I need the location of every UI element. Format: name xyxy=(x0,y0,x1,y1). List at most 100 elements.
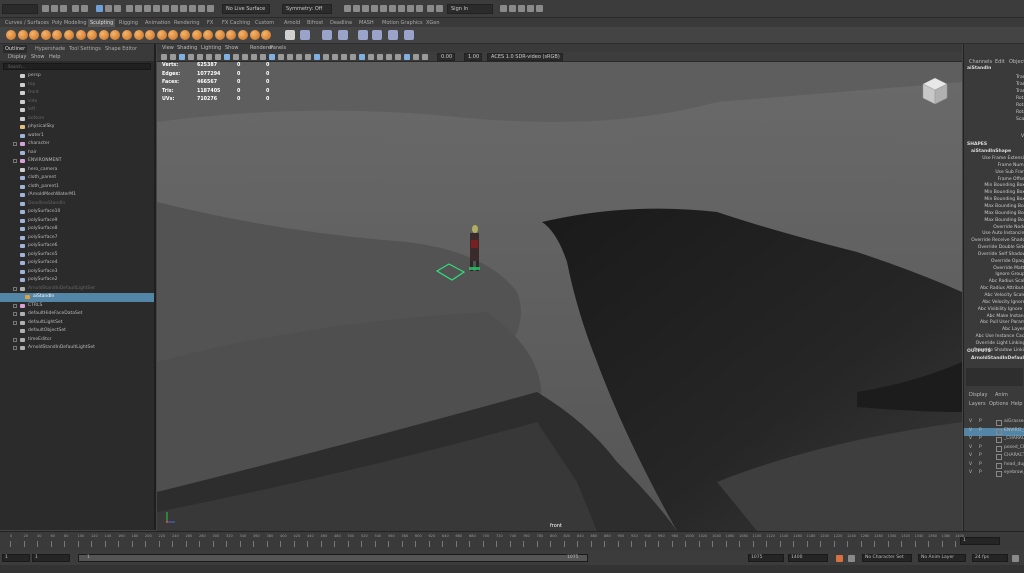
workspace-icon[interactable] xyxy=(500,5,507,12)
outliner-tab-tool-settings[interactable]: Tool Settings xyxy=(67,45,103,53)
output-ops-icon[interactable] xyxy=(198,5,205,12)
channel-attr-label[interactable]: Min Bounding Box X xyxy=(984,183,1024,188)
undo-icon[interactable] xyxy=(72,5,79,12)
expand-toggle[interactable] xyxy=(13,159,17,163)
layer-color-swatch[interactable] xyxy=(996,428,1002,435)
sculpt-brush-icon[interactable] xyxy=(214,30,225,40)
outliner-item[interactable]: water1 xyxy=(0,132,154,141)
channel-attr-label[interactable]: Use Frame Extension xyxy=(982,156,1024,161)
sculpt-brush-icon[interactable] xyxy=(168,30,179,40)
sculpt-brush-icon[interactable] xyxy=(226,30,237,40)
display-layer-row[interactable]: V Pposed_CHAR xyxy=(964,445,1024,453)
attribute-editor-icon[interactable] xyxy=(518,5,525,12)
live-surface-dropdown[interactable]: No Live Surface xyxy=(222,4,270,14)
current-frame-field[interactable]: 1 xyxy=(960,537,1000,545)
layer-tab-display[interactable]: Display xyxy=(969,391,987,399)
outliner-item[interactable]: side xyxy=(0,98,154,107)
colorspace-dropdown[interactable]: ACES 1.0 SDR-video (sRGB) xyxy=(487,53,563,61)
display-layer-row[interactable]: V P _CHARACTER xyxy=(964,436,1024,444)
viewport-menu-panels[interactable]: Panels xyxy=(270,44,286,52)
sculpt-brush-icon[interactable] xyxy=(249,30,260,40)
range-slider-bar[interactable]: 1 1075 xyxy=(78,554,588,562)
outliner-item[interactable]: polySurface9 xyxy=(0,217,154,226)
viewport-tool-icon[interactable] xyxy=(161,54,167,60)
tool-settings-icon[interactable] xyxy=(527,5,534,12)
channel-attr-label[interactable]: Abc Visibility Ignore xyxy=(978,307,1022,312)
shelf-tab-deadline[interactable]: Deadline xyxy=(328,19,354,27)
view-cube[interactable] xyxy=(922,77,948,105)
viewport-tool-icon[interactable] xyxy=(350,54,356,60)
viewport-tool-icon[interactable] xyxy=(323,54,329,60)
layer-menu-help[interactable]: Help xyxy=(1011,400,1022,408)
shelf-tab-bifrost[interactable]: Bifrost xyxy=(305,19,325,27)
layer-playback-toggle[interactable]: P xyxy=(979,419,982,424)
sculpt-brush-icon[interactable] xyxy=(98,30,109,40)
layer-playback-toggle[interactable]: P xyxy=(979,453,982,458)
viewport-tool-icon[interactable] xyxy=(296,54,302,60)
channel-attr-label[interactable]: Abc Radius Attribute xyxy=(980,286,1024,291)
snap-point-icon[interactable] xyxy=(144,5,151,12)
channel-attr-label[interactable]: Override Self Shadows xyxy=(978,252,1024,257)
outliner-menu-show[interactable]: Show xyxy=(31,53,45,61)
sculpt-brush-icon[interactable] xyxy=(180,30,190,40)
outliner-item[interactable]: polySurface3 xyxy=(0,268,154,277)
channel-attr-label[interactable]: Max Bounding Box X xyxy=(984,204,1024,209)
redo-icon[interactable] xyxy=(81,5,88,12)
sculpt-brush-icon[interactable] xyxy=(52,30,63,40)
channel-attr-label[interactable]: Override Light Linking xyxy=(976,341,1024,346)
viewport-tool-icon[interactable] xyxy=(332,54,338,60)
channel-attr-label[interactable]: Override Matte xyxy=(993,266,1024,271)
sculpt-brush-icon[interactable] xyxy=(6,30,16,40)
viewport-tool-icon[interactable] xyxy=(413,54,419,60)
viewport-menu-show[interactable]: Show xyxy=(225,44,239,52)
viewport-tool-icon[interactable] xyxy=(170,54,176,60)
select-hierarchy-icon[interactable] xyxy=(96,5,103,12)
viewport-tool-icon[interactable] xyxy=(197,54,203,60)
playback-start-field[interactable]: 1 xyxy=(32,554,70,562)
expand-toggle[interactable] xyxy=(13,337,17,342)
shelf-tab-arnold[interactable]: Arnold xyxy=(282,19,302,27)
sculpt-brush-icon[interactable] xyxy=(75,30,86,40)
expand-toggle[interactable] xyxy=(13,320,17,325)
pause-icon[interactable] xyxy=(407,5,414,12)
layer-name[interactable]: CHARACTER xyxy=(1004,453,1024,458)
shelf-tab-rendering[interactable]: Rendering xyxy=(172,19,202,27)
command-line[interactable] xyxy=(0,565,1024,573)
viewport-tool-icon[interactable] xyxy=(386,54,392,60)
layer-color-swatch[interactable] xyxy=(996,471,1002,477)
exposure-field[interactable]: 0.00 xyxy=(437,53,455,61)
channel-attr-label[interactable]: Ignore Groups xyxy=(995,272,1024,277)
sculpt-brush-icon[interactable] xyxy=(238,30,248,40)
channel-attr-label[interactable]: Rotate Z xyxy=(1016,110,1024,115)
playback-end-field[interactable]: 1075 xyxy=(748,554,784,562)
preferences-icon[interactable] xyxy=(1012,555,1019,562)
shelf-tab-fx[interactable]: FX xyxy=(205,19,215,27)
layer-name[interactable]: ENVIRO_LYR xyxy=(1004,428,1024,433)
viewport-tool-icon[interactable] xyxy=(314,54,320,60)
select-component-icon[interactable] xyxy=(114,5,121,12)
snap-curve-icon[interactable] xyxy=(135,5,142,12)
sculpt-brush-icon[interactable] xyxy=(87,30,98,40)
channel-attr-label[interactable]: Frame Number xyxy=(998,163,1024,168)
display-icon[interactable] xyxy=(436,5,443,12)
layer-menu-layers[interactable]: Layers xyxy=(969,400,986,408)
shelf-tab-mash[interactable]: MASH xyxy=(357,19,376,27)
layer-color-swatch[interactable] xyxy=(996,420,1002,426)
outliner-item[interactable]: polySurface8 xyxy=(0,225,154,234)
viewport-panel[interactable]: View Shading Lighting Show Renderer Panels 0.… xyxy=(157,44,962,531)
layer-name[interactable]: eyebrow_dupe xyxy=(1004,470,1024,475)
viewport-menu-lighting[interactable]: Lighting xyxy=(201,44,221,52)
channel-attr-label[interactable]: Max Bounding Box Y xyxy=(984,211,1024,216)
gamma-field[interactable]: 1.00 xyxy=(464,53,482,61)
layer-menu-options[interactable]: Options xyxy=(989,400,1008,408)
viewport-tool-icon[interactable] xyxy=(287,54,293,60)
sculpt-brush-icon[interactable] xyxy=(156,30,167,40)
outliner-item[interactable]: timeEditor xyxy=(0,336,154,345)
outliner-item[interactable]: physicalSky xyxy=(0,123,154,132)
channel-attr-label[interactable]: Min Bounding Box Y xyxy=(984,190,1024,195)
outliner-item[interactable]: front xyxy=(0,89,154,98)
layer-color-swatch[interactable] xyxy=(996,445,1002,452)
viewport-tool-icon[interactable] xyxy=(260,54,266,60)
symmetry-dropdown[interactable]: Symmetry: Off xyxy=(282,4,332,14)
snap-grid-icon[interactable] xyxy=(126,5,133,12)
